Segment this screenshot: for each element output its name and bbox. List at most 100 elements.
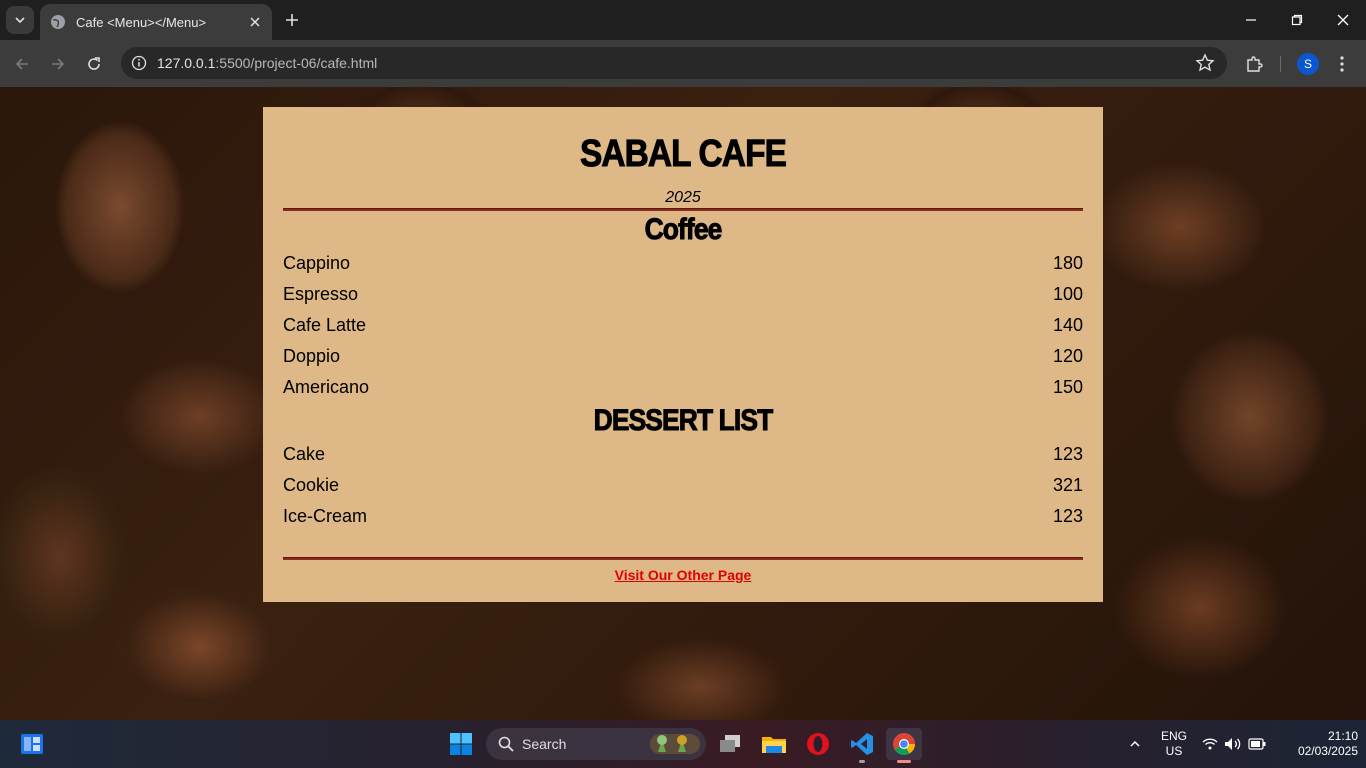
item-name: Cappino [283,253,351,273]
language-indicator[interactable]: ENG US [1154,729,1194,759]
volume-icon [1225,738,1241,750]
item-price: 120 [1052,346,1083,366]
taskbar-search[interactable]: Search [486,728,706,760]
menu-item: Cookie 321 [283,475,1083,497]
item-price: 123 [1052,444,1083,464]
item-name: Cookie [283,475,340,495]
profile-button[interactable]: S [1294,50,1322,78]
browser-toolbar: 127.0.0.1:5500/project-06/cafe.html S [0,40,1366,87]
item-name: Americano [283,377,370,397]
back-button[interactable] [8,50,36,78]
windows-taskbar: Search ENG US 21:10 02/03/2025 [0,720,1366,768]
chevron-down-icon [15,17,25,24]
top-divider [283,208,1083,211]
browser-menu-button[interactable] [1328,50,1356,78]
chevron-up-icon [1130,740,1140,747]
clock-time: 21:10 [1327,729,1358,743]
item-name: Cake [283,444,326,464]
widgets-icon [21,734,43,754]
item-name: Cafe Latte [283,315,367,335]
arrow-right-icon [52,58,65,70]
vscode-icon [851,733,873,755]
close-icon [1337,14,1349,26]
item-name: Doppio [283,346,341,366]
menu-item: Cappino 180 [283,253,1083,275]
clock-date: 02/03/2025 [1297,744,1358,758]
vscode-button[interactable] [844,728,880,763]
search-highlight-icon [650,734,700,754]
widgets-button[interactable] [14,728,50,760]
task-view-button[interactable] [712,728,748,760]
site-info-icon[interactable] [123,47,155,79]
clock[interactable]: 21:10 02/03/2025 [1278,729,1358,759]
arrow-left-icon [15,58,28,70]
menu-card: SABAL CAFE 2025 Coffee Cappino 180 Espre… [263,107,1103,602]
minimize-button[interactable] [1228,0,1274,40]
task-view-icon [720,735,740,752]
toolbar-divider [1280,56,1281,72]
avatar: S [1297,53,1319,75]
item-price: 140 [1052,315,1083,335]
tab-close-icon[interactable] [246,13,264,31]
section-title-dessert: DESSERT LIST [593,404,773,438]
section-title-coffee: Coffee [644,213,723,247]
item-price: 123 [1052,506,1083,526]
kebab-menu-icon [1340,56,1344,72]
url-path: :5500/project-06/cafe.html [215,55,378,71]
battery-icon [1248,738,1266,750]
running-indicator [859,760,865,763]
quick-settings-button[interactable] [1198,728,1270,760]
restore-icon [1291,14,1303,26]
new-tab-button[interactable] [280,8,304,32]
tab-search-button[interactable] [6,6,34,34]
footer: Visit Our Other Page [263,567,1103,585]
menu-item: Doppio 120 [283,346,1083,368]
file-explorer-button[interactable] [756,728,792,760]
menu-item: Americano 150 [283,377,1083,399]
start-button[interactable] [443,728,479,760]
extensions-button[interactable] [1240,50,1268,78]
opera-button[interactable] [800,728,836,760]
plus-icon [286,14,298,26]
bottom-divider [283,557,1083,560]
chrome-icon [893,733,915,755]
address-bar[interactable]: 127.0.0.1:5500/project-06/cafe.html [121,47,1227,79]
reload-icon [88,57,100,70]
puzzle-piece-icon [1247,56,1263,72]
established-year: 2025 [665,189,701,206]
active-indicator [897,760,911,763]
cafe-name: SABAL CAFE [579,133,788,176]
item-name: Ice-Cream [283,506,368,526]
menu-item: Ice-Cream 123 [283,506,1083,528]
folder-icon [762,737,786,753]
language-code: ENG [1160,729,1187,743]
item-price: 321 [1052,475,1083,495]
forward-button[interactable] [44,50,72,78]
windows-logo-icon [450,733,472,755]
tab-strip: Cafe <Menu></Menu> [0,0,1366,40]
other-page-link[interactable]: Visit Our Other Page [615,567,752,583]
search-icon [498,736,514,752]
chrome-button[interactable] [886,728,922,763]
url-host: 127.0.0.1 [157,55,216,71]
item-price: 180 [1052,253,1083,273]
tab-title: Cafe <Menu></Menu> [76,14,207,30]
item-name: Espresso [283,284,359,304]
menu-item: Espresso 100 [283,284,1083,306]
wifi-icon [1202,738,1218,750]
url-text: 127.0.0.1:5500/project-06/cafe.html [157,55,377,71]
opera-icon [807,733,829,755]
region-code: US [1165,744,1183,758]
show-hidden-icons-button[interactable] [1120,728,1150,760]
item-price: 100 [1052,284,1083,304]
bookmark-star-icon[interactable] [1195,53,1215,73]
browser-tab[interactable]: Cafe <Menu></Menu> [40,4,272,40]
item-price: 150 [1052,377,1083,397]
menu-item: Cafe Latte 140 [283,315,1083,337]
restore-button[interactable] [1274,0,1320,40]
menu-item: Cake 123 [283,444,1083,466]
close-window-button[interactable] [1320,0,1366,40]
search-label: Search [522,736,567,752]
globe-icon [51,15,65,29]
reload-button[interactable] [80,50,108,78]
